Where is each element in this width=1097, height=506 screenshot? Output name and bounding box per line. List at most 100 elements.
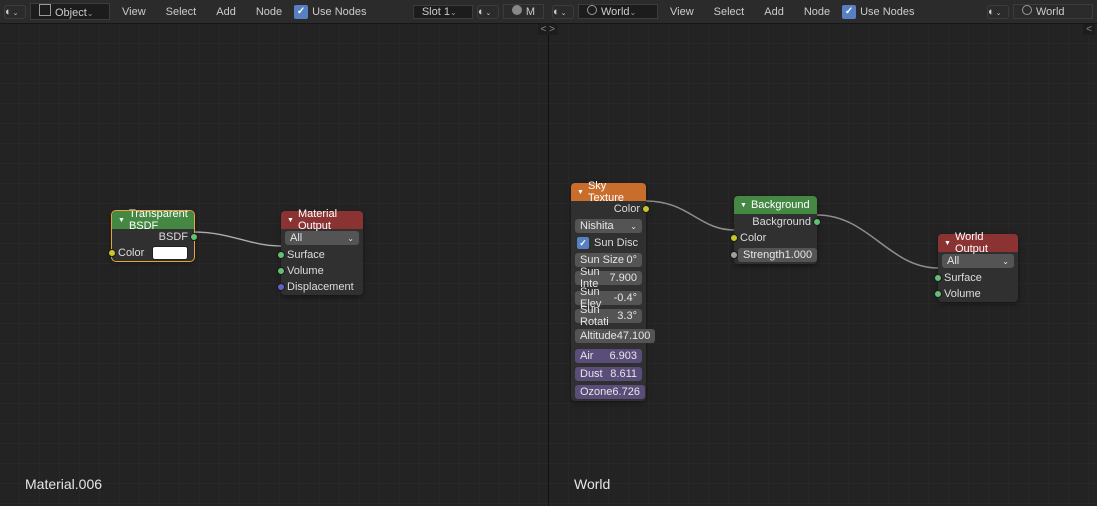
property-label: Sun Rotati bbox=[580, 304, 617, 328]
sidebar-toggle-icon[interactable]: < bbox=[1083, 24, 1095, 35]
socket-label: Surface bbox=[944, 272, 982, 284]
use-nodes-toggle[interactable]: ✓Use Nodes bbox=[294, 5, 366, 19]
property-value: 47.100 bbox=[617, 330, 651, 342]
editor-type-dropdown[interactable]: ◐⌄ bbox=[552, 5, 574, 19]
node-header[interactable]: ▼Material Output bbox=[281, 211, 363, 229]
world-icon bbox=[1022, 5, 1032, 15]
node-header[interactable]: ▼World Output bbox=[938, 234, 1018, 252]
property-value: 8.611 bbox=[610, 368, 637, 380]
color-swatch[interactable] bbox=[152, 246, 188, 260]
socket-dot[interactable] bbox=[190, 233, 198, 241]
socket-output-color[interactable]: Color bbox=[571, 201, 646, 217]
property-label: Dust bbox=[580, 368, 610, 380]
node-editor-material[interactable]: < > ▼Transparent BSDF BSDF Color ▼Materi… bbox=[0, 24, 548, 506]
socket-dot[interactable] bbox=[730, 234, 738, 242]
target-dropdown[interactable]: All⌄ bbox=[942, 254, 1014, 268]
property-value: -0.4° bbox=[614, 292, 637, 304]
material-icon bbox=[512, 5, 522, 15]
socket-input-color[interactable]: Color bbox=[112, 245, 194, 261]
splitter-arrows-icon[interactable]: < > bbox=[538, 24, 558, 35]
use-nodes-label: Use Nodes bbox=[860, 6, 914, 18]
socket-dot[interactable] bbox=[934, 274, 942, 282]
property-value: 6.903 bbox=[609, 350, 637, 362]
node-background[interactable]: ▼Background Background Color Strength1.0… bbox=[734, 196, 817, 264]
socket-dot[interactable] bbox=[642, 205, 650, 213]
strength-field[interactable]: Strength1.000 bbox=[738, 248, 817, 262]
use-nodes-toggle[interactable]: ✓Use Nodes bbox=[842, 5, 914, 19]
property-sun-rotati[interactable]: Sun Rotati3.3° bbox=[575, 309, 642, 323]
socket-dot[interactable] bbox=[277, 267, 285, 275]
world-name-field[interactable]: World bbox=[1013, 4, 1093, 19]
editor-datablock-label: World bbox=[574, 476, 610, 492]
strength-value: 1.000 bbox=[785, 249, 813, 261]
menu-view[interactable]: View bbox=[662, 6, 702, 18]
socket-input-color[interactable]: Color bbox=[734, 230, 817, 246]
socket-output-bsdf[interactable]: BSDF bbox=[112, 229, 194, 245]
material-short-label: M bbox=[526, 6, 535, 18]
socket-dot[interactable] bbox=[277, 251, 285, 259]
socket-dot[interactable] bbox=[934, 290, 942, 298]
menu-select[interactable]: Select bbox=[706, 6, 753, 18]
sun-disc-toggle[interactable]: ✓Sun Disc bbox=[571, 235, 646, 251]
socket-input-volume[interactable]: Volume bbox=[938, 286, 1018, 302]
property-sun-size[interactable]: Sun Size0° bbox=[575, 253, 642, 267]
shader-mode-dropdown[interactable]: World⌄ bbox=[578, 4, 658, 19]
property-label: Ozone bbox=[580, 386, 612, 398]
mode-label: Object bbox=[55, 7, 87, 19]
node-title: Material Output bbox=[298, 208, 357, 232]
property-sun-inte[interactable]: Sun Inte7.900 bbox=[575, 271, 642, 285]
node-header[interactable]: ▼Transparent BSDF bbox=[112, 211, 194, 229]
object-icon bbox=[39, 4, 51, 16]
socket-label: BSDF bbox=[159, 231, 188, 243]
socket-dot[interactable] bbox=[277, 283, 285, 291]
node-header[interactable]: ▼Sky Texture bbox=[571, 183, 646, 201]
header-right: ◐⌄ World⌄ View Select Add Node ✓Use Node… bbox=[548, 0, 1097, 24]
menu-add[interactable]: Add bbox=[208, 6, 244, 18]
node-editor-world[interactable]: < ▼Sky Texture Color Nishita⌄ ✓Sun Disc … bbox=[548, 24, 1097, 506]
menu-view[interactable]: View bbox=[114, 6, 154, 18]
slot-dropdown[interactable]: Slot 1⌄ bbox=[413, 5, 473, 19]
property-air[interactable]: Air6.903 bbox=[575, 349, 642, 363]
socket-label: Color bbox=[740, 232, 766, 244]
material-name-field[interactable]: M bbox=[503, 4, 544, 19]
socket-input-volume[interactable]: Volume bbox=[281, 263, 363, 279]
property-value: 0° bbox=[626, 254, 637, 266]
menu-add[interactable]: Add bbox=[756, 6, 792, 18]
menu-node[interactable]: Node bbox=[248, 6, 290, 18]
socket-dot[interactable] bbox=[108, 249, 116, 257]
property-ozone[interactable]: Ozone6.726 bbox=[575, 385, 645, 399]
node-world-output[interactable]: ▼World Output All⌄ Surface Volume bbox=[938, 234, 1018, 302]
target-label: All bbox=[290, 232, 302, 244]
menu-node[interactable]: Node bbox=[796, 6, 838, 18]
checkbox-icon: ✓ bbox=[577, 237, 589, 249]
socket-input-displacement[interactable]: Displacement bbox=[281, 279, 363, 295]
property-dust[interactable]: Dust8.611 bbox=[575, 367, 642, 381]
socket-dot[interactable] bbox=[813, 218, 821, 226]
socket-dot[interactable] bbox=[730, 251, 738, 259]
node-header[interactable]: ▼Background bbox=[734, 196, 817, 214]
socket-input-surface[interactable]: Surface bbox=[938, 270, 1018, 286]
node-sky-texture[interactable]: ▼Sky Texture Color Nishita⌄ ✓Sun Disc Su… bbox=[571, 183, 646, 401]
world-icon bbox=[587, 5, 597, 15]
property-label: Air bbox=[580, 350, 609, 362]
target-dropdown[interactable]: All⌄ bbox=[285, 231, 359, 245]
editor-type-dropdown[interactable]: ◐⌄ bbox=[4, 5, 26, 19]
property-altitude[interactable]: Altitude47.100 bbox=[575, 329, 655, 343]
socket-input-surface[interactable]: Surface bbox=[281, 247, 363, 263]
sky-type-dropdown[interactable]: Nishita⌄ bbox=[575, 219, 642, 233]
socket-output-background[interactable]: Background bbox=[734, 214, 817, 230]
property-label: Sun Size bbox=[580, 254, 626, 266]
sky-type-label: Nishita bbox=[580, 220, 614, 232]
world-field-label: World bbox=[1036, 6, 1065, 18]
property-sun-elev[interactable]: Sun Elev-0.4° bbox=[575, 291, 642, 305]
node-transparent-bsdf[interactable]: ▼Transparent BSDF BSDF Color bbox=[112, 211, 194, 261]
use-nodes-label: Use Nodes bbox=[312, 6, 366, 18]
menu-select[interactable]: Select bbox=[158, 6, 205, 18]
shader-mode-dropdown[interactable]: Object⌄ bbox=[30, 3, 110, 20]
node-title: World Output bbox=[955, 231, 1012, 255]
node-wires bbox=[0, 24, 548, 506]
world-browse-dropdown[interactable]: ◐⌄ bbox=[987, 5, 1009, 19]
node-material-output[interactable]: ▼Material Output All⌄ Surface Volume Dis… bbox=[281, 211, 363, 295]
material-browse-dropdown[interactable]: ◐⌄ bbox=[477, 5, 499, 19]
editor-datablock-label: Material.006 bbox=[25, 476, 102, 492]
